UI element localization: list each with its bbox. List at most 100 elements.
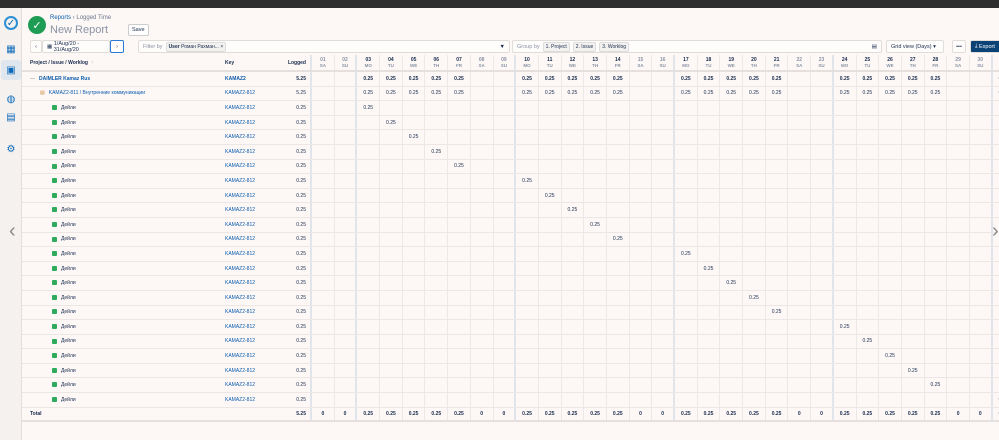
day-cell[interactable] <box>312 130 335 144</box>
day-cell[interactable] <box>471 203 494 217</box>
day-cell[interactable] <box>584 101 607 115</box>
day-cell[interactable] <box>652 334 675 349</box>
worklog-key[interactable]: KAMAZ2-812 <box>225 251 270 257</box>
day-cell[interactable] <box>630 86 653 101</box>
day-cell[interactable]: 0.25 <box>516 86 539 101</box>
day-cell[interactable] <box>494 276 517 290</box>
day-cell[interactable]: 0.25 <box>607 72 630 86</box>
day-cell[interactable] <box>652 86 675 101</box>
day-cell[interactable] <box>539 276 562 290</box>
day-cell[interactable]: 01 SA <box>312 55 335 70</box>
day-cell[interactable] <box>448 393 471 407</box>
worklog-key[interactable]: KAMAZ2-812 <box>225 324 270 330</box>
day-cell[interactable] <box>494 378 517 393</box>
day-cell[interactable] <box>947 72 970 86</box>
collapse-icon[interactable]: — <box>30 76 35 82</box>
day-cell[interactable]: 0.25 <box>448 159 471 174</box>
day-cell[interactable] <box>471 130 494 144</box>
day-cell[interactable] <box>902 217 925 232</box>
day-cell[interactable] <box>947 101 970 115</box>
day-cell[interactable]: 0.25 <box>539 188 562 203</box>
day-cell[interactable] <box>448 363 471 378</box>
day-cell[interactable] <box>539 101 562 115</box>
day-cell[interactable]: 0.25 <box>380 72 403 86</box>
worklog-row[interactable]: Дейли KAMAZ2-812 0.25 0.25 <box>22 130 999 145</box>
day-cell[interactable]: 09 SU <box>494 55 517 70</box>
day-cell[interactable] <box>675 276 698 290</box>
day-cell[interactable]: 0.25 <box>516 174 539 188</box>
day-cell[interactable] <box>312 217 335 232</box>
day-cell[interactable] <box>494 393 517 407</box>
day-cell[interactable] <box>516 393 539 407</box>
day-cell[interactable] <box>834 144 857 159</box>
day-cell[interactable] <box>902 349 925 363</box>
day-cell[interactable]: 0.25 <box>584 72 607 86</box>
day-cell[interactable] <box>335 247 358 261</box>
day-cell[interactable] <box>335 290 358 305</box>
filter-chip-user[interactable]: User Роман Рахман... × <box>165 41 227 52</box>
day-cell[interactable]: 07 FR <box>448 55 471 70</box>
day-cell[interactable] <box>630 115 653 130</box>
day-cell[interactable] <box>630 247 653 261</box>
day-cell[interactable] <box>448 349 471 363</box>
worklog-key[interactable]: KAMAZ2-812 <box>225 353 270 359</box>
day-cell[interactable] <box>562 305 585 320</box>
day-cell[interactable] <box>970 261 993 276</box>
day-cell[interactable] <box>425 276 449 290</box>
day-cell[interactable]: 0.25 <box>902 86 925 101</box>
worklog-row[interactable]: Дейли KAMAZ2-812 0.25 0.25 <box>22 349 999 364</box>
day-cell[interactable] <box>448 276 471 290</box>
day-cell[interactable] <box>630 320 653 334</box>
worklog-key[interactable]: KAMAZ2-812 <box>225 207 270 213</box>
day-cell[interactable] <box>788 101 812 115</box>
worklog-name[interactable]: Дейли <box>22 120 225 126</box>
day-cell[interactable] <box>403 232 426 247</box>
day-cell[interactable] <box>380 305 403 320</box>
day-cell[interactable] <box>562 101 585 115</box>
day-cell[interactable] <box>425 261 449 276</box>
worklog-key[interactable]: KAMAZ2-812 <box>225 222 270 228</box>
worklog-name[interactable]: Дейли <box>22 134 225 140</box>
day-cell[interactable] <box>902 101 925 115</box>
day-cell[interactable] <box>335 144 358 159</box>
day-cell[interactable] <box>425 203 449 217</box>
day-cell[interactable] <box>879 334 902 349</box>
day-cell[interactable]: 0.25 <box>425 407 449 421</box>
day-cell[interactable] <box>357 130 381 144</box>
day-cell[interactable] <box>947 115 970 130</box>
worklog-name[interactable]: Дейли <box>22 236 225 242</box>
day-cell[interactable] <box>335 115 358 130</box>
day-cell[interactable] <box>312 101 335 115</box>
day-cell[interactable] <box>788 130 812 144</box>
day-cell[interactable] <box>993 203 999 217</box>
day-cell[interactable] <box>357 217 381 232</box>
issue-row[interactable]: ▤ KAMAZ2-811 / Внутренние коммуникации KAM… <box>22 86 999 102</box>
day-cell[interactable] <box>834 363 857 378</box>
day-cell[interactable] <box>675 188 698 203</box>
day-cell[interactable] <box>743 393 766 407</box>
day-cell[interactable]: 25 TU <box>857 55 880 70</box>
day-cell[interactable]: 21 FR <box>766 55 789 70</box>
day-cell[interactable] <box>335 349 358 363</box>
day-cell[interactable] <box>494 203 517 217</box>
day-cell[interactable]: 0.25 <box>675 407 698 421</box>
worklog-key[interactable]: KAMAZ2-812 <box>225 309 270 315</box>
day-cell[interactable] <box>562 320 585 334</box>
day-cell[interactable]: 06 TH <box>425 55 449 70</box>
day-cell[interactable] <box>834 349 857 363</box>
day-cell[interactable] <box>539 115 562 130</box>
day-cell[interactable] <box>834 174 857 188</box>
day-cell[interactable] <box>562 290 585 305</box>
worklog-key[interactable]: KAMAZ2-812 <box>225 178 270 184</box>
day-cell[interactable] <box>947 130 970 144</box>
columns-icon[interactable]: ▤ <box>872 44 877 50</box>
day-cell[interactable] <box>879 174 902 188</box>
day-cell[interactable]: 0 <box>947 407 970 421</box>
column-header-logged[interactable]: Logged <box>270 60 310 66</box>
day-cell[interactable] <box>834 276 857 290</box>
day-cell[interactable] <box>788 203 812 217</box>
day-cell[interactable] <box>584 159 607 174</box>
day-cell[interactable] <box>312 261 335 276</box>
day-cell[interactable] <box>879 101 902 115</box>
day-cell[interactable] <box>743 232 766 247</box>
